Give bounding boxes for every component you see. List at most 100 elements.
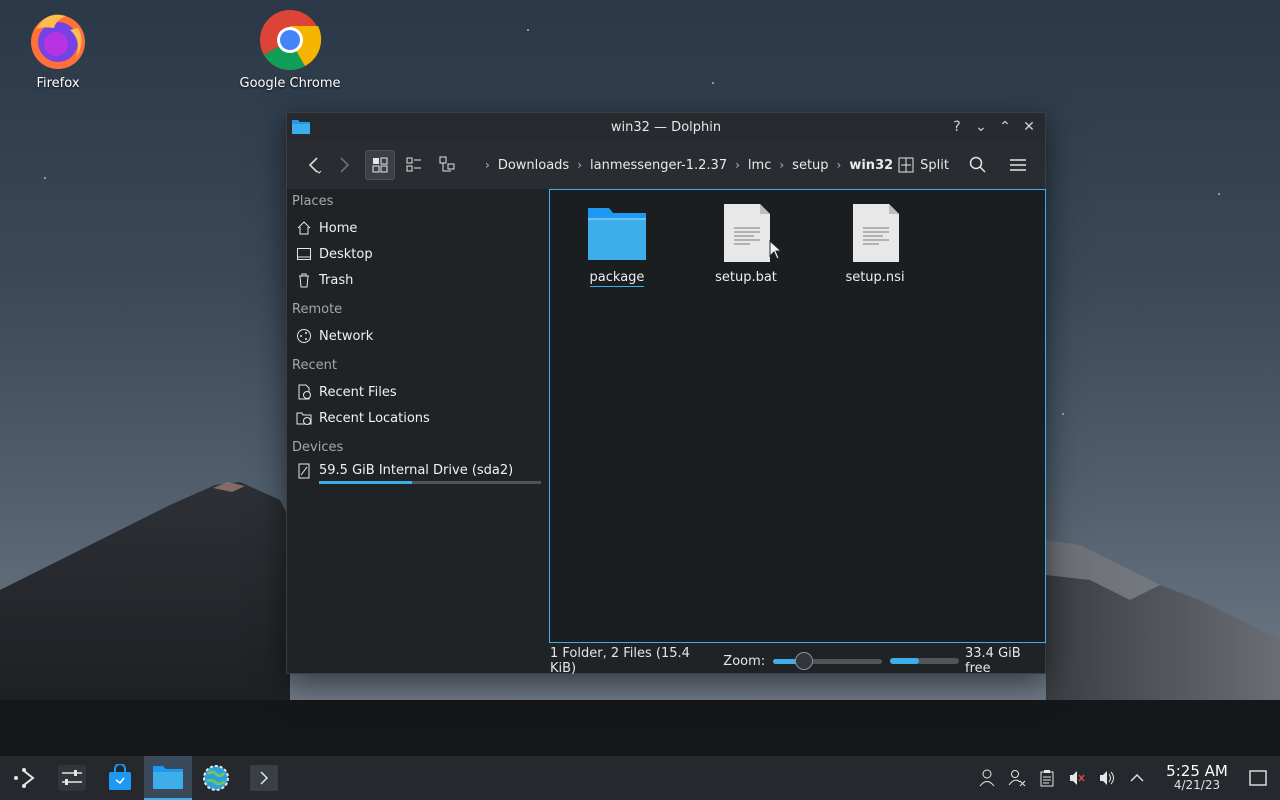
group-devices: Devices — [292, 440, 344, 455]
tray-clipboard[interactable] — [1032, 756, 1062, 800]
taskbar-system-settings[interactable] — [48, 756, 96, 800]
system-tray: 5:25 AM 4/21/23 — [972, 756, 1280, 800]
window-title: win32 — Dolphin — [610, 119, 722, 135]
free-space-fill — [889, 658, 919, 664]
list-view-icon — [406, 157, 421, 172]
sidebar-item-recent-files[interactable]: Recent Files — [287, 379, 549, 405]
free-space-label: 33.4 GiB free — [965, 646, 1021, 676]
sidebar-item-home[interactable]: Home — [287, 215, 549, 241]
trash-icon — [296, 272, 312, 288]
folder-app-icon — [153, 766, 183, 789]
breadcrumb: › Downloads › lanmessenger-1.2.37 › lmc … — [483, 158, 899, 173]
taskbar-konsole[interactable] — [240, 756, 288, 800]
breadcrumb-setup[interactable]: setup — [786, 158, 834, 173]
toolbar: › Downloads › lanmessenger-1.2.37 › lmc … — [287, 141, 1045, 189]
taskbar-discover[interactable] — [96, 756, 144, 800]
application-launcher-button[interactable] — [0, 756, 48, 800]
store-bag-icon — [109, 764, 131, 790]
status-summary: 1 Folder, 2 Files (15.4 KiB) — [550, 646, 690, 676]
chrome-icon — [258, 8, 322, 72]
firefox-icon — [26, 8, 90, 72]
tray-user[interactable] — [972, 756, 1002, 800]
star — [527, 29, 529, 31]
taskbar-browser[interactable] — [192, 756, 240, 800]
status-bar: 1 Folder, 2 Files (15.4 KiB) Zoom: 33.4 … — [287, 646, 1045, 676]
breadcrumb-lmc[interactable]: lmc — [742, 158, 777, 173]
icons-view-button[interactable] — [365, 150, 395, 180]
desktop-icon — [296, 246, 312, 262]
recent-files-icon — [296, 384, 312, 400]
split-button[interactable]: Split — [894, 157, 953, 173]
sidebar-item-internal-drive[interactable]: 59.5 GiB Internal Drive (sda2) — [287, 461, 549, 483]
globe-gear-icon — [203, 765, 229, 791]
file-item-setup-nsi[interactable]: setup.nsi — [820, 204, 930, 285]
breadcrumb-downloads[interactable]: Downloads — [492, 158, 575, 173]
show-desktop-button[interactable] — [1236, 756, 1280, 800]
breadcrumb-lanmessenger[interactable]: lanmessenger-1.2.37 — [584, 158, 733, 173]
drive-usage-bar — [319, 481, 541, 484]
chevron-right-icon: › — [485, 158, 490, 172]
recent-locations-icon — [296, 410, 312, 426]
tray-audio-muted[interactable] — [1062, 756, 1092, 800]
sidebar-item-desktop[interactable]: Desktop — [287, 241, 549, 267]
taskbar-dolphin[interactable] — [144, 756, 192, 800]
help-button[interactable]: ? — [947, 117, 967, 137]
sidebar-item-label: 59.5 GiB Internal Drive (sda2) — [319, 463, 514, 478]
grid-view-icon — [372, 157, 388, 173]
minimize-button[interactable]: ⌄ — [971, 117, 991, 137]
file-item-label: package — [589, 270, 645, 287]
desktop-icon-google-chrome[interactable]: Google Chrome — [235, 8, 345, 91]
drive-icon — [296, 463, 312, 479]
clock-time: 5:25 AM — [1166, 762, 1228, 780]
zoom-label: Zoom: — [723, 653, 766, 669]
star — [44, 177, 46, 179]
tray-kde-connect[interactable] — [1002, 756, 1032, 800]
close-button[interactable]: ✕ — [1019, 117, 1039, 137]
speaker-icon — [1100, 771, 1114, 785]
zoom-slider-handle[interactable] — [794, 651, 813, 670]
arrow-right-icon — [340, 157, 350, 173]
sidebar-item-label: Trash — [319, 272, 354, 288]
taskbar: 5:25 AM 4/21/23 — [0, 756, 1280, 800]
split-button-label: Split — [920, 157, 949, 173]
chevron-right-icon: › — [779, 158, 785, 172]
user-icon — [979, 769, 995, 787]
file-view[interactable]: package setup.bat setup.nsi — [549, 189, 1046, 643]
title-bar[interactable]: win32 — Dolphin ? ⌄ ⌃ ✕ — [287, 113, 1045, 141]
split-view-icon — [898, 157, 914, 173]
sidebar-item-trash[interactable]: Trash — [287, 267, 549, 293]
menu-button[interactable] — [1003, 150, 1033, 180]
group-remote: Remote — [292, 302, 343, 317]
search-button[interactable] — [963, 150, 993, 180]
tray-expand[interactable] — [1122, 756, 1152, 800]
desktop-icon-firefox[interactable]: Firefox — [3, 8, 113, 91]
forward-button[interactable] — [329, 150, 359, 180]
chevron-right-icon: › — [836, 158, 842, 172]
tree-view-icon — [439, 156, 455, 172]
maximize-button[interactable]: ⌃ — [995, 117, 1015, 137]
clock-date: 4/21/23 — [1173, 778, 1221, 792]
mouse-cursor-icon — [769, 240, 783, 260]
details-view-button[interactable] — [433, 150, 463, 180]
desktop-icon-label: Firefox — [36, 76, 80, 91]
zoom-slider[interactable] — [773, 651, 882, 670]
speaker-muted-icon — [1070, 771, 1085, 785]
group-places: Places — [292, 194, 334, 209]
tray-volume[interactable] — [1092, 756, 1122, 800]
search-icon — [969, 156, 986, 173]
digital-clock[interactable]: 5:25 AM 4/21/23 — [1158, 762, 1236, 793]
breadcrumb-win32[interactable]: win32 — [843, 158, 899, 173]
sidebar-item-network[interactable]: Network — [287, 323, 549, 349]
home-icon — [296, 220, 312, 236]
sidebar-item-label: Desktop — [319, 246, 373, 262]
file-item-package[interactable]: package — [562, 204, 672, 287]
back-button[interactable] — [299, 150, 329, 180]
chevron-right-icon: › — [735, 158, 740, 172]
text-file-icon — [843, 204, 907, 268]
clipboard-icon — [1040, 770, 1054, 787]
chevron-right-icon: › — [577, 158, 583, 172]
compact-view-button[interactable] — [399, 150, 429, 180]
file-item-setup-bat[interactable]: setup.bat — [691, 204, 801, 285]
sidebar-item-recent-locations[interactable]: Recent Locations — [287, 405, 549, 431]
sidebar-item-label: Recent Locations — [319, 410, 430, 426]
